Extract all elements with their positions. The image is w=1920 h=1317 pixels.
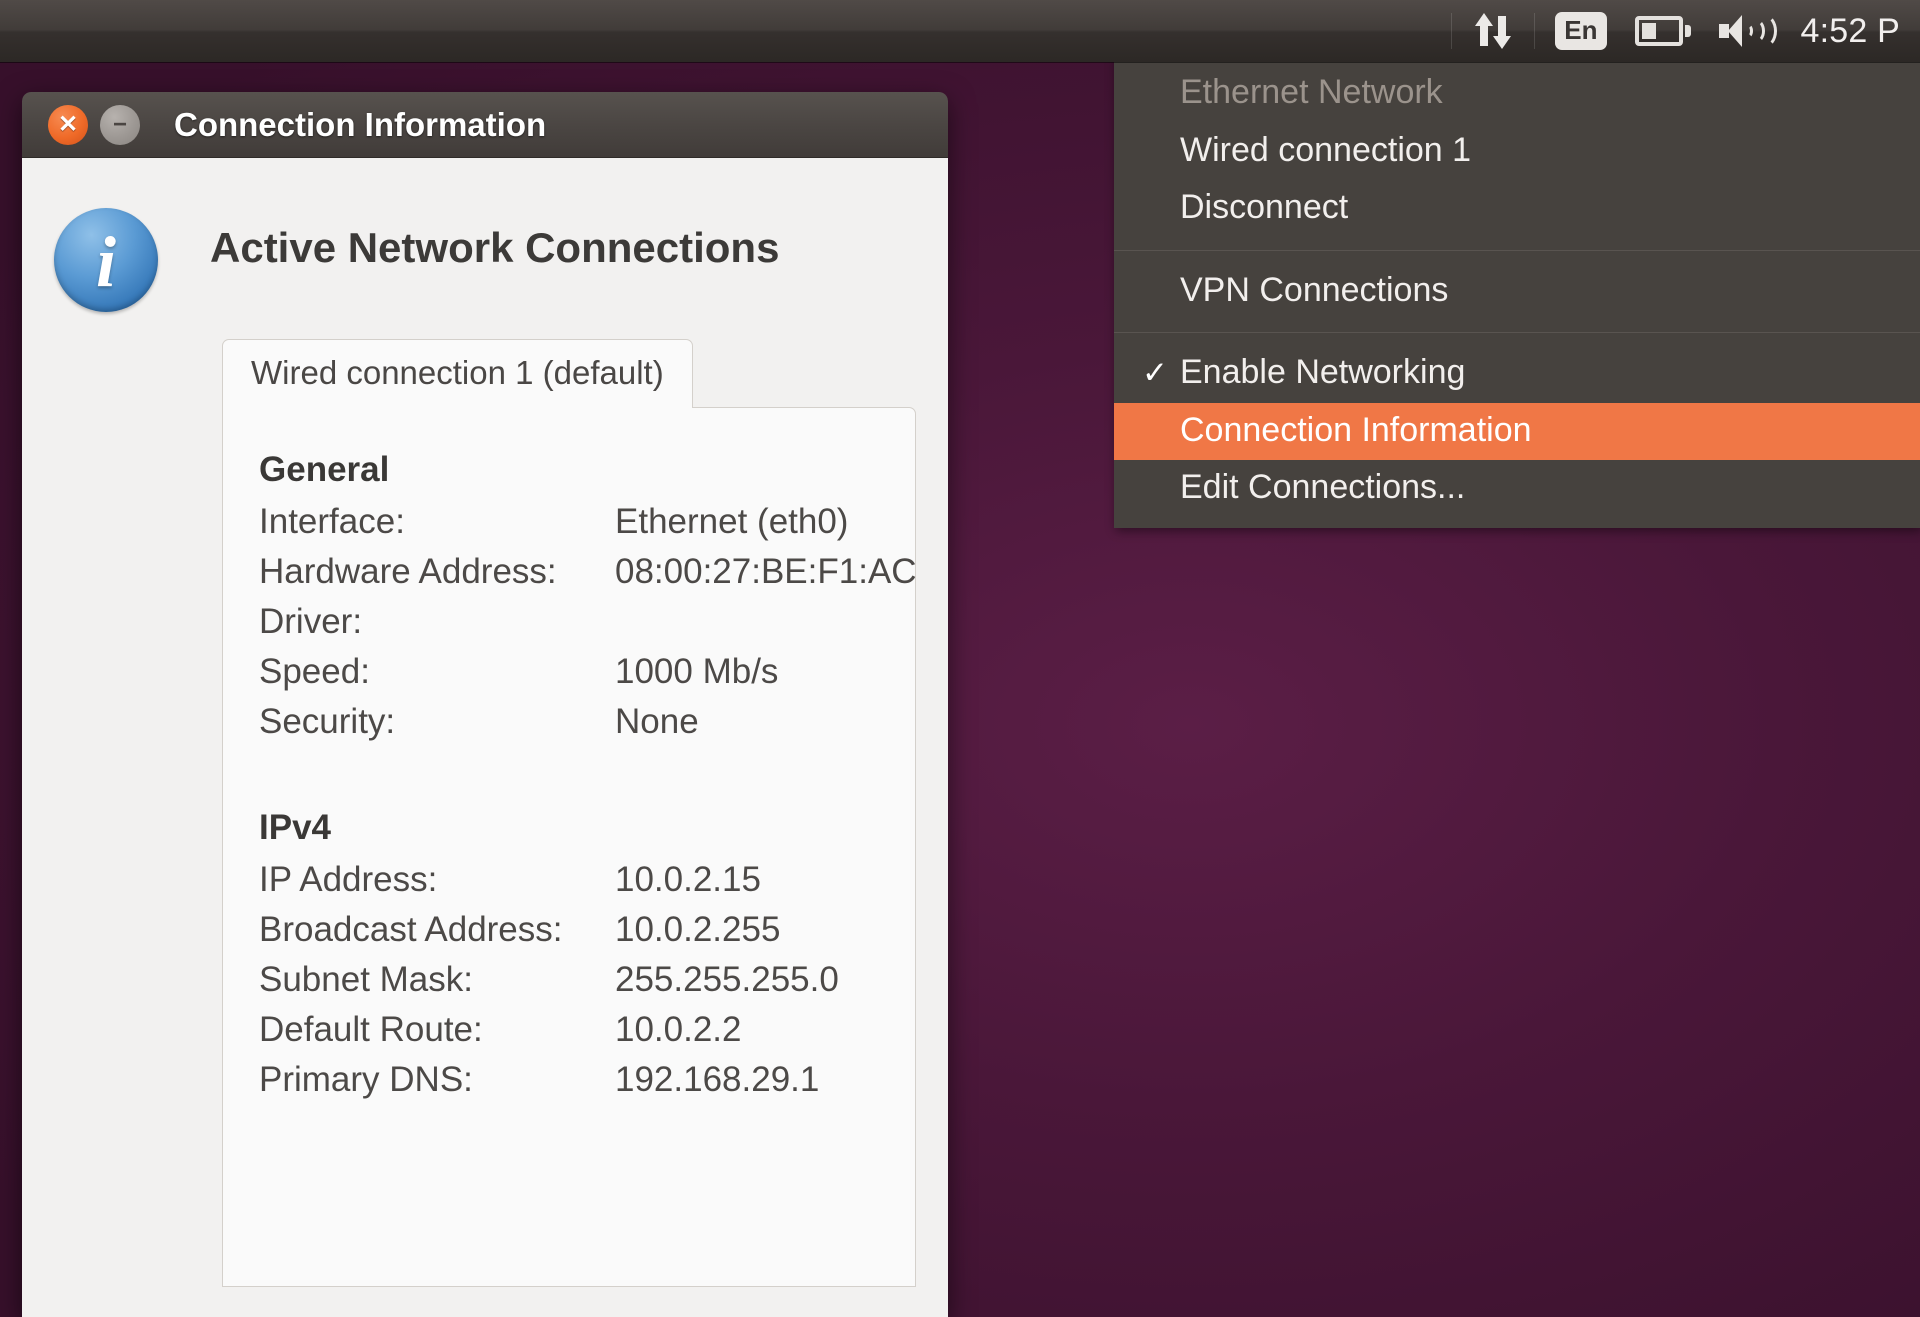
menu-separator	[1114, 332, 1920, 334]
field-ip-address: IP Address: 10.0.2.15	[259, 860, 915, 900]
field-speed: Speed: 1000 Mb/s	[259, 652, 915, 692]
field-broadcast-address: Broadcast Address: 10.0.2.255	[259, 910, 915, 950]
volume-indicator[interactable]	[1705, 0, 1785, 62]
field-label: Primary DNS:	[259, 1060, 473, 1099]
close-icon: ✕	[57, 111, 79, 138]
section-title-ipv4: IPv4	[259, 808, 331, 847]
network-dropdown-menu: Ethernet Network Wired connection 1 Disc…	[1114, 54, 1920, 528]
field-label: Broadcast Address:	[259, 910, 563, 949]
field-subnet-mask: Subnet Mask: 255.255.255.0	[259, 960, 915, 1000]
menu-item-edit-connections[interactable]: Edit Connections...	[1114, 460, 1920, 518]
field-label: Security:	[259, 702, 396, 741]
field-value: 10.0.2.15	[615, 860, 761, 899]
heading-row: i Active Network Connections	[22, 192, 948, 312]
field-value: Ethernet (eth0)	[615, 502, 849, 541]
clock-indicator[interactable]: 4:52 P	[1785, 12, 1911, 51]
battery-icon	[1634, 16, 1691, 46]
network-indicator[interactable]	[1458, 0, 1528, 62]
window-titlebar[interactable]: ✕ − Connection Information	[22, 92, 948, 158]
field-hardware-address: Hardware Address: 08:00:27:BE:F1:AC	[259, 552, 917, 592]
volume-icon	[1718, 13, 1777, 49]
field-value: 10.0.2.2	[615, 1010, 742, 1049]
tab-panel: General Interface: Ethernet (eth0) Hardw…	[222, 407, 917, 1287]
menu-item-label: Enable Networking	[1180, 353, 1466, 392]
menu-item-enable-networking[interactable]: ✓ Enable Networking	[1114, 345, 1920, 403]
field-value: 10.0.2.255	[615, 910, 781, 949]
field-label: IP Address:	[259, 860, 438, 899]
connection-information-window: ✕ − Connection Information i Active Netw…	[22, 92, 948, 1317]
field-value: 192.168.29.1	[615, 1060, 820, 1099]
field-label: Default Route:	[259, 1010, 483, 1049]
panel-divider	[1534, 13, 1536, 49]
field-value: None	[615, 702, 699, 741]
minimize-icon: −	[112, 110, 127, 138]
page-title: Active Network Connections	[210, 224, 780, 271]
field-interface: Interface: Ethernet (eth0)	[259, 502, 915, 542]
close-button[interactable]: ✕	[48, 104, 88, 145]
menu-item-disconnect[interactable]: Disconnect	[1114, 180, 1920, 238]
field-value: 255.255.255.0	[615, 960, 839, 999]
desktop-background: En 4:52 P Ethernet Network Wired connect…	[0, 0, 1920, 1317]
menu-header-ethernet-network: Ethernet Network	[1180, 73, 1443, 111]
tab-wired-connection-1[interactable]: Wired connection 1 (default)	[222, 339, 693, 408]
dialog-body: i Active Network Connections Wired conne…	[22, 158, 948, 1317]
menu-item-wired-connection-1[interactable]: Wired connection 1	[1114, 123, 1920, 181]
info-icon: i	[54, 208, 158, 312]
field-label: Driver:	[259, 602, 363, 641]
checkmark-icon: ✓	[1142, 355, 1168, 391]
field-value: 1000 Mb/s	[615, 652, 779, 691]
menu-item-connection-information[interactable]: Connection Information	[1114, 402, 1920, 461]
field-default-route: Default Route: 10.0.2.2	[259, 1010, 915, 1050]
section-title-general: General	[259, 450, 390, 489]
menu-item-vpn-connections[interactable]: VPN Connections	[1114, 263, 1920, 321]
keyboard-layout-badge: En	[1555, 12, 1607, 50]
minimize-button[interactable]: −	[100, 104, 140, 145]
top-panel: En 4:52 P	[0, 0, 1920, 62]
window-title: Connection Information	[174, 105, 547, 143]
field-label: Subnet Mask:	[259, 960, 473, 999]
tab-bar: Wired connection 1 (default)	[222, 338, 948, 408]
field-security: Security: None	[259, 702, 915, 742]
network-arrows-icon	[1472, 11, 1514, 51]
keyboard-layout-indicator[interactable]: En	[1541, 0, 1620, 62]
field-value: 08:00:27:BE:F1:AC	[615, 552, 917, 591]
field-driver: Driver:	[259, 602, 915, 642]
menu-separator	[1114, 249, 1920, 251]
battery-indicator[interactable]	[1621, 0, 1705, 62]
field-label: Speed:	[259, 652, 370, 691]
field-primary-dns: Primary DNS: 192.168.29.1	[259, 1060, 915, 1100]
field-label: Hardware Address:	[259, 552, 557, 591]
field-label: Interface:	[259, 502, 405, 541]
panel-divider	[1451, 13, 1453, 49]
